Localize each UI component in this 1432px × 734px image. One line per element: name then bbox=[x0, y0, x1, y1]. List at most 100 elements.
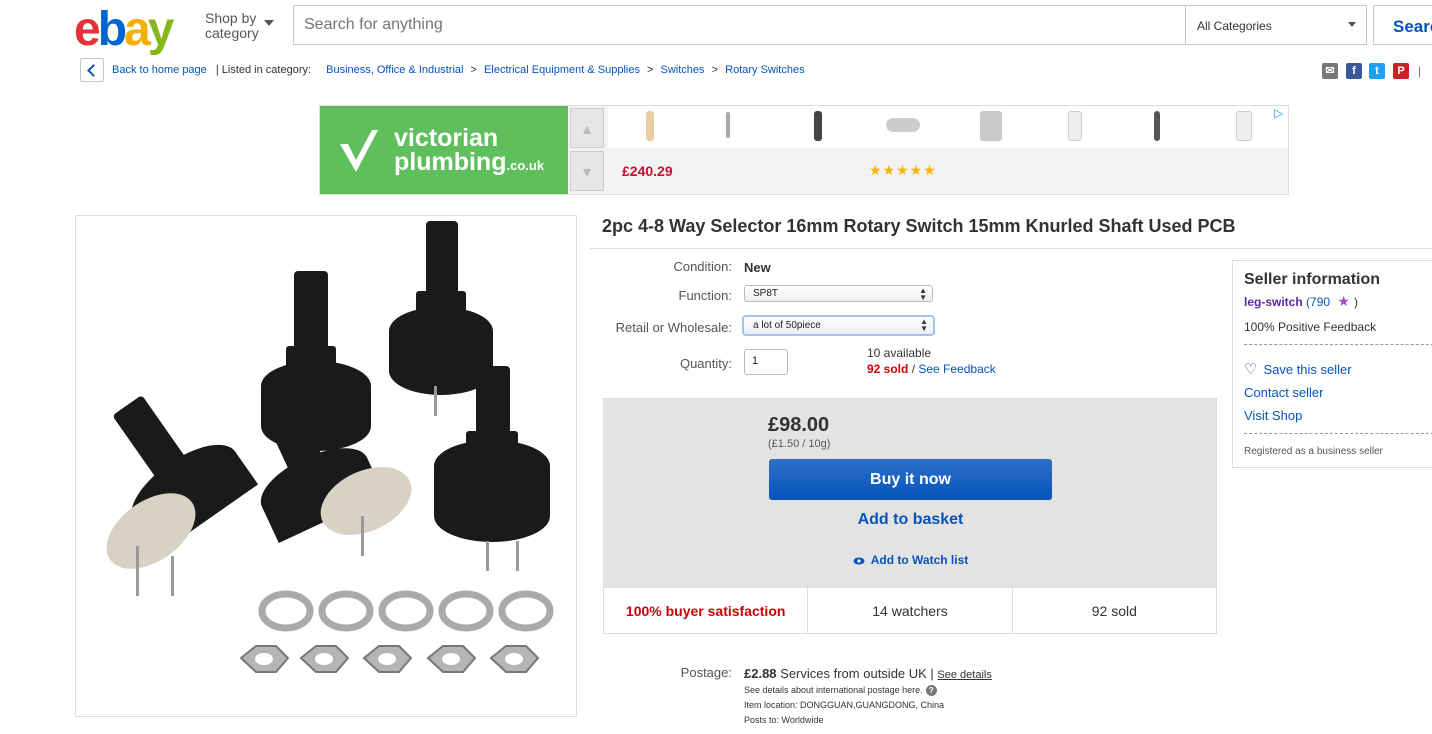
ad-choices-icon[interactable]: ▷ bbox=[1274, 106, 1283, 120]
available-count: 10 available bbox=[867, 346, 932, 360]
ad-product-image[interactable] bbox=[1154, 111, 1160, 141]
breadcrumb-item[interactable]: Switches bbox=[661, 64, 705, 76]
international-postage-text: See details about international postage … bbox=[744, 685, 923, 695]
breadcrumb: Back to home page | Listed in category: … bbox=[112, 64, 805, 76]
stats-bar: 100% buyer satisfaction 14 watchers 92 s… bbox=[604, 587, 1216, 633]
listing-title: 2pc 4-8 Way Selector 16mm Rotary Switch … bbox=[602, 216, 1236, 236]
sold-count: 92 sold bbox=[1091, 603, 1137, 619]
postage-label: Postage: bbox=[680, 665, 732, 680]
retail-wholesale-value: a lot of 50piece bbox=[753, 320, 821, 331]
quantity-label: Quantity: bbox=[679, 356, 732, 371]
ad-scroll-down-button[interactable]: ▼ bbox=[570, 151, 604, 191]
listed-in-label: | Listed in category: bbox=[215, 64, 312, 76]
buy-it-now-button[interactable]: Buy it now bbox=[769, 459, 1052, 500]
ad-product-image[interactable] bbox=[1236, 111, 1252, 141]
ad-product-image[interactable] bbox=[814, 111, 822, 141]
contact-seller-link[interactable]: Contact seller bbox=[1244, 385, 1323, 400]
seller-name-link[interactable]: leg-switch bbox=[1244, 295, 1303, 309]
ad-star-rating: ★★★★★ bbox=[869, 162, 937, 178]
breadcrumb-separator: > bbox=[647, 64, 654, 76]
retail-wholesale-label: Retail or Wholesale: bbox=[615, 320, 732, 335]
buyer-satisfaction: 100% buyer satisfaction bbox=[604, 588, 809, 633]
select-arrows-icon: ▲ ▼ bbox=[919, 286, 927, 302]
save-seller-label: Save this seller bbox=[1263, 362, 1352, 377]
star-icon: ★ bbox=[1337, 293, 1350, 309]
retail-wholesale-select[interactable]: a lot of 50piece ▲ ▼ bbox=[742, 315, 935, 336]
shop-by-category-button[interactable]: Shop by category bbox=[205, 11, 259, 41]
breadcrumb-item[interactable]: Electrical Equipment & Supplies bbox=[484, 64, 640, 76]
select-arrows-icon: ▲ ▼ bbox=[920, 317, 928, 333]
checkmark-logo-icon bbox=[340, 130, 378, 172]
postage-line: £2.88 Services from outside UK | See det… bbox=[744, 666, 992, 681]
email-icon[interactable]: ✉ bbox=[1322, 63, 1338, 79]
back-arrow-icon[interactable] bbox=[80, 58, 104, 82]
twitter-icon[interactable]: t bbox=[1369, 63, 1385, 79]
sold-separator: / bbox=[908, 362, 919, 376]
rotary-switch-photo bbox=[106, 221, 554, 673]
quantity-input[interactable]: 1 bbox=[744, 349, 788, 375]
ad-brand-name-2: plumbing.co.uk bbox=[394, 148, 545, 176]
positive-feedback: 100% Positive Feedback bbox=[1244, 320, 1377, 334]
breadcrumb-item[interactable]: Business, Office & Industrial bbox=[326, 64, 463, 76]
ad-brand-panel[interactable]: victorian plumbing.co.uk bbox=[320, 106, 568, 194]
share-divider: | bbox=[1418, 64, 1422, 78]
save-seller-button[interactable]: ♡ Save this seller bbox=[1244, 360, 1352, 378]
sold-line: 92 sold / See Feedback bbox=[867, 362, 996, 376]
see-feedback-link[interactable]: See Feedback bbox=[918, 362, 995, 376]
add-to-basket-button[interactable]: Add to basket bbox=[769, 511, 1052, 529]
divider bbox=[1244, 344, 1432, 345]
ad-product-image[interactable] bbox=[980, 111, 1002, 141]
pinterest-icon[interactable]: P bbox=[1393, 63, 1409, 79]
chevron-down-icon[interactable] bbox=[264, 20, 274, 26]
divider bbox=[590, 248, 1432, 249]
back-to-home-link[interactable]: Back to home page bbox=[112, 64, 207, 76]
ad-product-image[interactable] bbox=[886, 118, 920, 132]
ad-product-image[interactable] bbox=[1068, 111, 1082, 141]
shop-by-label: Shop by bbox=[205, 10, 257, 26]
feedback-score-close: ) bbox=[1353, 295, 1358, 309]
ad-product-image[interactable] bbox=[726, 112, 730, 138]
ad-banner[interactable]: victorian plumbing.co.uk ▲ ▼ £240.29 ★★★… bbox=[319, 105, 1289, 195]
breadcrumb-separator: > bbox=[711, 64, 719, 76]
ebay-logo[interactable]: ebay bbox=[74, 2, 174, 57]
postage-service: Services from outside UK | bbox=[776, 666, 938, 681]
unit-price: (£1.50 / 10g) bbox=[768, 438, 831, 450]
seller-info-panel: Seller information leg-switch (790 ★) 10… bbox=[1232, 260, 1432, 468]
seller-info-heading: Seller information bbox=[1244, 271, 1381, 288]
watch-label: Add to Watch list bbox=[870, 553, 969, 567]
function-select-value: SP8T bbox=[753, 288, 779, 299]
facebook-icon[interactable]: f bbox=[1346, 63, 1362, 79]
visit-shop-link[interactable]: Visit Shop bbox=[1244, 408, 1302, 423]
registered-business-note: Registered as a business seller bbox=[1244, 446, 1383, 457]
search-input[interactable] bbox=[294, 6, 1186, 44]
buy-box: £98.00 (£1.50 / 10g) Buy it now Add to b… bbox=[603, 398, 1217, 634]
chevron-down-icon bbox=[1348, 22, 1356, 27]
help-icon[interactable]: ? bbox=[925, 685, 937, 696]
function-select[interactable]: SP8T ▲ ▼ bbox=[744, 285, 933, 302]
international-postage-info: See details about international postage … bbox=[744, 685, 937, 696]
eye-icon bbox=[853, 557, 865, 565]
ad-product-image[interactable] bbox=[646, 111, 654, 141]
condition-label: Condition: bbox=[673, 259, 732, 274]
posts-to: Posts to: Worldwide bbox=[744, 715, 824, 725]
see-details-link[interactable]: See details bbox=[937, 669, 991, 681]
heart-icon: ♡ bbox=[1244, 361, 1258, 378]
breadcrumb-separator: > bbox=[470, 64, 477, 76]
function-label: Function: bbox=[678, 288, 732, 303]
postage-price: £2.88 bbox=[744, 666, 777, 681]
add-to-watch-list-button[interactable]: Add to Watch list bbox=[769, 553, 1052, 567]
seller-name-line: leg-switch (790 ★) bbox=[1244, 293, 1358, 310]
item-location: Item location: DONGGUAN,GUANGDONG, China bbox=[744, 700, 945, 710]
product-image[interactable] bbox=[75, 215, 577, 717]
feedback-score-link[interactable]: (790 bbox=[1303, 295, 1334, 309]
search-button[interactable]: Searc bbox=[1373, 5, 1432, 45]
breadcrumb-item[interactable]: Rotary Switches bbox=[725, 64, 804, 76]
price: £98.00 bbox=[768, 414, 830, 436]
ad-price[interactable]: £240.29 bbox=[622, 163, 673, 179]
search-box bbox=[293, 5, 1186, 45]
watchers-count: 14 watchers bbox=[808, 588, 1013, 633]
sold-count-link[interactable]: 92 sold bbox=[867, 362, 908, 376]
ad-product-strip[interactable] bbox=[608, 106, 1288, 148]
category-select[interactable]: All Categories bbox=[1185, 5, 1367, 45]
ad-scroll-up-button[interactable]: ▲ bbox=[570, 108, 604, 148]
